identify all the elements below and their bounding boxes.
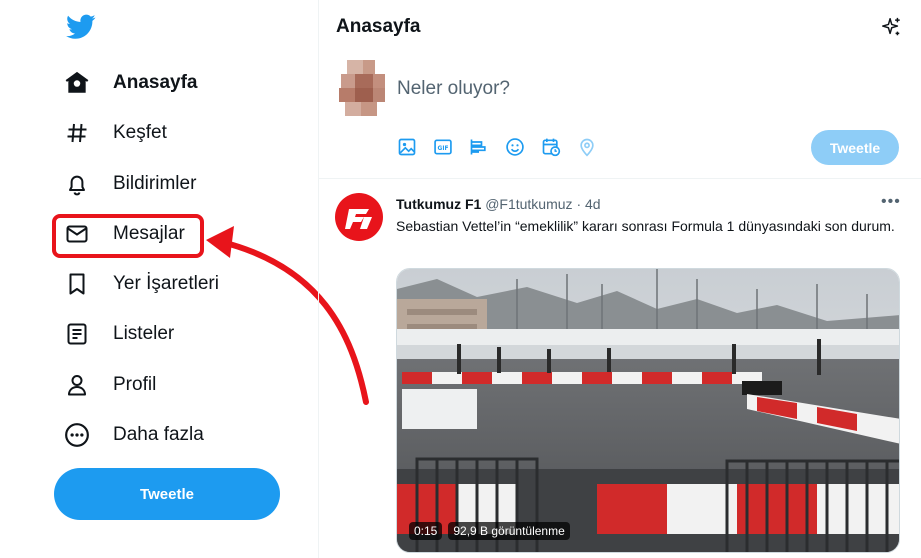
- compose-input[interactable]: Neler oluyor?: [397, 78, 510, 100]
- poll-icon[interactable]: [469, 136, 505, 158]
- main-timeline: Anasayfa Neler oluyor? GIF Tweetle Tutku…: [318, 0, 921, 558]
- nav-label: Bildirimler: [113, 173, 197, 194]
- tweet-author-handle[interactable]: @F1tutkumuz: [485, 196, 572, 212]
- nav-item-bookmarks[interactable]: Yer İşaretleri: [62, 264, 219, 304]
- highlight-box: [52, 214, 204, 258]
- sidebar-tweet-button[interactable]: Tweetle: [54, 468, 280, 520]
- sparkle-icon[interactable]: [880, 16, 902, 38]
- tweet-time[interactable]: 4d: [585, 196, 601, 212]
- home-icon: [62, 68, 92, 98]
- nav-item-explore[interactable]: Keşfet: [62, 113, 167, 153]
- nav-item-notifications[interactable]: Bildirimler: [62, 164, 196, 204]
- composer-toolbar: GIF: [397, 136, 613, 158]
- list-icon: [62, 319, 92, 349]
- bookmark-icon: [62, 269, 92, 299]
- nav-item-profile[interactable]: Profil: [62, 365, 156, 405]
- timeline-header: Anasayfa: [319, 0, 921, 53]
- emoji-icon[interactable]: [505, 136, 541, 158]
- gif-icon[interactable]: GIF: [433, 136, 469, 158]
- tweet-text: Sebastian Vettel’in “emeklilik” kararı s…: [396, 218, 895, 234]
- video-views: 92,9 B görüntülenme: [448, 522, 570, 540]
- more-circle-icon: [62, 420, 92, 450]
- location-icon: [577, 136, 613, 158]
- image-icon[interactable]: [397, 136, 433, 158]
- tweet-video[interactable]: 0:15 92,9 B görüntülenme: [396, 268, 900, 553]
- nav-label: Profil: [113, 374, 157, 395]
- hashtag-icon: [62, 118, 92, 148]
- video-thumbnail: [397, 269, 899, 552]
- tweet-separator: ·: [576, 196, 582, 212]
- twitter-bird-icon[interactable]: [66, 14, 96, 40]
- bell-icon: [62, 169, 92, 199]
- video-info: 0:15 92,9 B görüntülenme: [409, 522, 570, 540]
- compose-tweet-button[interactable]: Tweetle: [811, 130, 899, 165]
- nav-item-more[interactable]: Daha fazla: [62, 415, 204, 455]
- video-duration: 0:15: [409, 522, 443, 540]
- nav-item-home[interactable]: Anasayfa: [62, 63, 198, 103]
- svg-text:GIF: GIF: [438, 146, 449, 152]
- nav-label: Keşfet: [113, 122, 167, 143]
- f1-logo-icon[interactable]: [335, 193, 383, 241]
- tweet-header: Tutkumuz F1 @F1tutkumuz · 4d: [396, 196, 601, 212]
- nav-label: Listeler: [113, 323, 175, 344]
- nav-item-lists[interactable]: Listeler: [62, 314, 174, 354]
- schedule-icon[interactable]: [541, 136, 577, 158]
- page-title: Anasayfa: [336, 16, 421, 37]
- avatar[interactable]: [335, 60, 387, 116]
- nav-label: Daha fazla: [113, 424, 204, 445]
- person-icon: [62, 370, 92, 400]
- tweet-author-name[interactable]: Tutkumuz F1: [396, 196, 481, 212]
- tweet-card[interactable]: Tutkumuz F1 @F1tutkumuz · 4d ••• Sebasti…: [319, 179, 921, 558]
- more-options-icon[interactable]: •••: [881, 193, 901, 211]
- nav-label: Anasayfa: [113, 72, 198, 93]
